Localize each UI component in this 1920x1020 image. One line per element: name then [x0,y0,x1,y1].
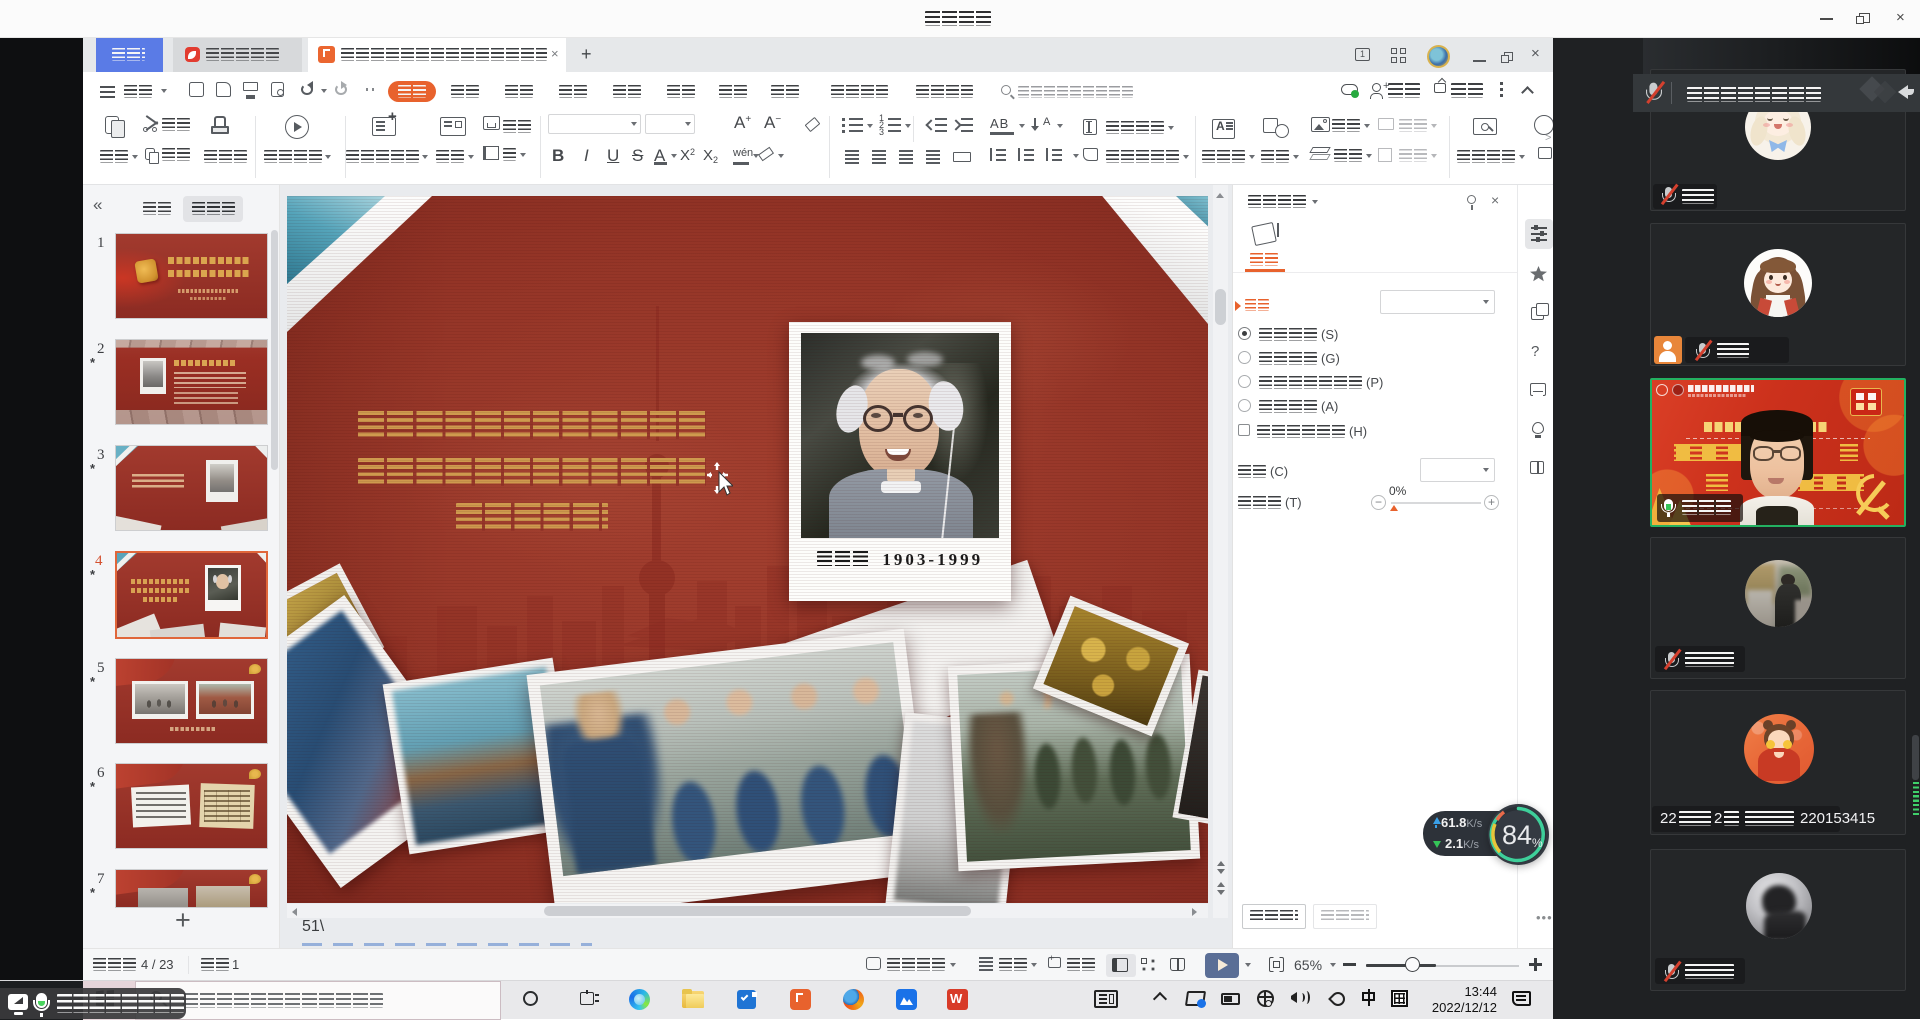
svg-text:%: % [1532,836,1543,850]
svg-text:84: 84 [1502,820,1532,850]
